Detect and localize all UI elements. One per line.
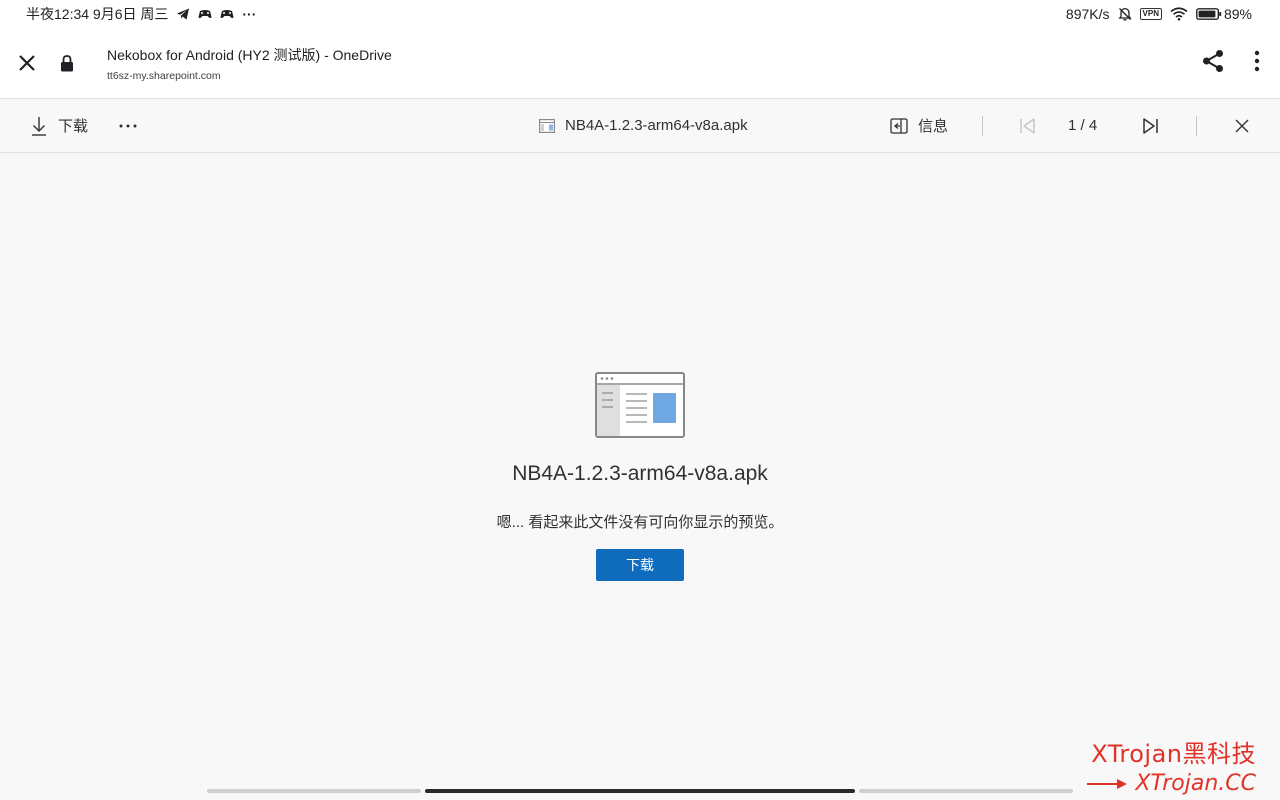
toolbar-file-title: NB4A-1.2.3-arm64-v8a.apk: [539, 99, 748, 152]
telegram-icon: [176, 8, 190, 20]
toolbar-download-label: 下载: [58, 118, 89, 135]
page-title: Nekobox for Android (HY2 测试版) - OneDrive: [107, 46, 392, 63]
viewer-toolbar: 下载 NB4A-1.2.3-arm64-v8a.apk 信息 1 / 4: [0, 98, 1280, 153]
preview-file-name: NB4A-1.2.3-arm64-v8a.apk: [512, 462, 768, 485]
toolbar-divider: [982, 116, 983, 136]
net-speed: 897K/s: [1065, 6, 1110, 22]
gesture-bar-left[interactable]: [207, 789, 421, 793]
page-url: tt6sz-my.sharepoint.com: [107, 69, 221, 82]
last-page-icon: [1143, 117, 1158, 134]
browser-actions: [1202, 49, 1280, 78]
watermark-line1: XTrojan黑科技: [1091, 740, 1256, 768]
overflow-menu-icon: [1254, 50, 1260, 71]
page-title-block: Nekobox for Android (HY2 测试版) - OneDrive…: [107, 45, 1202, 82]
share-icon: [1203, 49, 1223, 72]
browser-header: Nekobox for Android (HY2 测试版) - OneDrive…: [0, 28, 1280, 98]
status-bar-left: 半夜12:34 9月6日 周三 ···: [26, 4, 256, 24]
download-icon: [32, 116, 46, 136]
gesture-bar-home[interactable]: [425, 789, 855, 793]
share-button[interactable]: [1202, 49, 1224, 78]
close-icon: [19, 55, 35, 71]
watermark: XTrojan黑科技 XTrojan.CC: [1087, 734, 1256, 796]
toolbar-more-button[interactable]: [118, 99, 138, 152]
vpn-icon: VPN: [1139, 8, 1162, 20]
close-tab-button[interactable]: [0, 28, 54, 98]
download-button[interactable]: 下载: [596, 549, 684, 581]
toolbar-download-button[interactable]: 下载: [30, 99, 88, 152]
page-indicator: 1 / 4: [1068, 117, 1098, 134]
toolbar-file-name: NB4A-1.2.3-arm64-v8a.apk: [565, 117, 748, 134]
bell-muted-icon: [1117, 7, 1132, 21]
first-page-button[interactable]: [1018, 99, 1038, 152]
status-bar: 半夜12:34 9月6日 周三 ··· 897K/s VPN 89%: [0, 0, 1280, 28]
toolbar-info-button[interactable]: 信息: [890, 99, 948, 152]
battery-icon: [1196, 8, 1222, 20]
watermark-line2-row: XTrojan.CC: [1087, 771, 1256, 796]
no-preview-message: 嗯... 看起来此文件没有可向你显示的预览。: [496, 514, 784, 531]
watermark-line2: XTrojan.CC: [1135, 771, 1256, 796]
more-horizontal-icon: [119, 124, 137, 127]
game-controller-icon: [198, 8, 212, 20]
file-generic-icon: [539, 118, 555, 133]
game-controller-icon: [220, 8, 234, 20]
preview-area: NB4A-1.2.3-arm64-v8a.apk 嗯... 看起来此文件没有可向…: [0, 153, 1280, 783]
close-icon: [1235, 119, 1249, 132]
lock-icon[interactable]: [54, 28, 80, 98]
battery-percent: 89%: [1223, 6, 1252, 22]
viewer-close-button[interactable]: [1234, 99, 1250, 152]
wifi-icon: [1170, 7, 1188, 21]
toolbar-divider: [1196, 116, 1197, 136]
status-bar-right: 897K/s VPN 89%: [1066, 6, 1252, 22]
arrow-right-icon: [1087, 778, 1128, 789]
overflow-menu-button[interactable]: [1254, 50, 1260, 77]
gesture-bar-right[interactable]: [859, 789, 1073, 793]
no-preview-illustration-icon: [595, 372, 685, 443]
toolbar-info-label: 信息: [918, 118, 949, 135]
status-more-indicator: ···: [242, 6, 257, 22]
info-pane-icon: [890, 117, 908, 134]
status-time-date: 半夜12:34 9月6日 周三: [26, 6, 169, 22]
first-page-icon: [1020, 117, 1035, 134]
last-page-button[interactable]: [1140, 99, 1160, 152]
